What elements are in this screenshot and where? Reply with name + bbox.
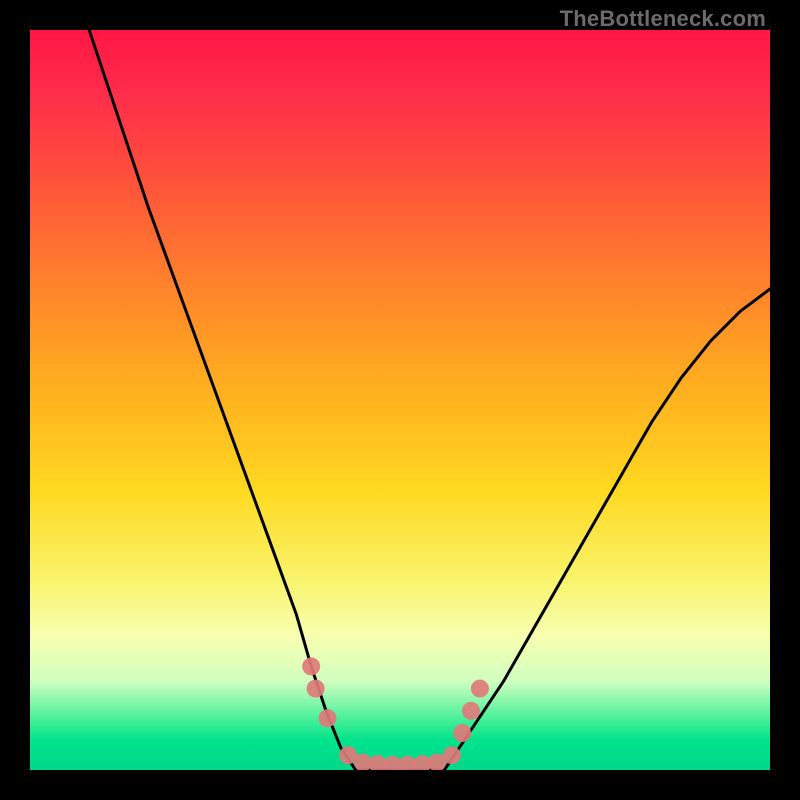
chart-svg — [30, 30, 770, 770]
marker-layer — [302, 657, 489, 770]
marker-point — [462, 702, 480, 720]
marker-point — [453, 724, 471, 742]
plot-area — [30, 30, 770, 770]
marker-point — [319, 709, 337, 727]
marker-point — [471, 680, 489, 698]
marker-point — [307, 680, 325, 698]
curve-right-branch — [444, 289, 770, 770]
marker-point — [443, 746, 461, 764]
chart-frame: TheBottleneck.com — [0, 0, 800, 800]
curve-layer — [89, 30, 770, 770]
marker-point — [302, 657, 320, 675]
watermark-text: TheBottleneck.com — [560, 6, 766, 32]
